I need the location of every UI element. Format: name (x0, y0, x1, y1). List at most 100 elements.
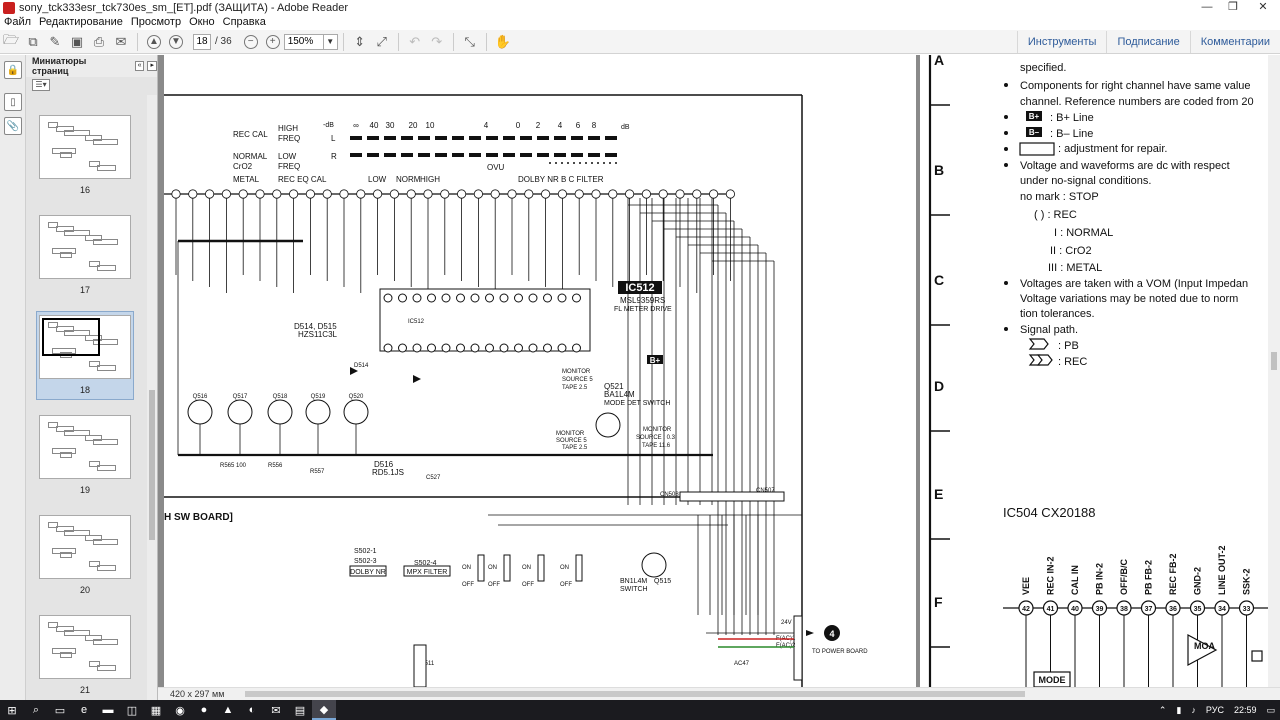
clock[interactable]: 22:59 (1229, 705, 1262, 715)
title-bar: sony_tck333esr_tck730es_sm_[ET].pdf (ЗАЩ… (0, 0, 1280, 16)
zoom-input[interactable]: 150% (283, 33, 324, 50)
folder-icon[interactable]: ▤ (288, 700, 312, 720)
fullscreen-icon[interactable]: ⤡ (459, 32, 481, 52)
thumbnail-page[interactable]: 18 (36, 311, 134, 400)
tools-link[interactable]: Инструменты (1016, 31, 1107, 53)
hand-tool-icon[interactable]: ✋ (492, 32, 514, 52)
fit-width-icon[interactable]: ⤢ (371, 32, 393, 52)
menu-view[interactable]: Просмотр (127, 16, 185, 30)
label-switch: SWITCH (620, 586, 648, 593)
next-page-button[interactable]: ▼ (165, 32, 187, 52)
zoom-dropdown-icon[interactable]: ▼ (323, 33, 338, 50)
fit-page-icon[interactable]: ⇕ (349, 32, 371, 52)
label-hzs: HZS11C3L (298, 330, 338, 339)
tray-chevron-icon[interactable]: ⌃ (1154, 705, 1172, 716)
thumbnail-options-button[interactable]: ☰▾ (32, 79, 50, 91)
store-icon[interactable]: ◫ (120, 700, 144, 720)
thumbnail-page[interactable]: 19 (36, 415, 134, 495)
zoom-out-button[interactable]: − (240, 32, 262, 52)
connector-pin (456, 189, 467, 199)
menu-edit[interactable]: Редактирование (35, 16, 127, 30)
note-signal-path: Signal path. (1020, 324, 1078, 336)
thumbnail-page[interactable]: 17 (36, 215, 134, 295)
task-view-icon[interactable]: ▭ (48, 700, 72, 720)
notifications-icon[interactable]: ▭ (1261, 705, 1280, 716)
label-high-switch: HIGH (420, 175, 440, 184)
label-l: L (331, 134, 336, 143)
label-circle-4: 4 (829, 629, 834, 639)
note-variations: Voltage variations may be noted due to n… (1020, 293, 1238, 305)
menu-help[interactable]: Справка (219, 16, 270, 30)
app-icon[interactable]: ● (192, 700, 216, 720)
note-bminus-line: : B– Line (1050, 128, 1093, 140)
edge-icon[interactable]: e (72, 700, 96, 720)
search-icon[interactable]: ⌕ (24, 700, 48, 720)
thumbnails-header: Миниатюры страниц « ▸ (26, 55, 158, 77)
minus-icon: − (243, 34, 258, 49)
open-file-icon[interactable]: 🗁 (0, 32, 22, 52)
note-rec: ( ) : REC (1034, 209, 1077, 221)
meter-segment-l (588, 136, 600, 140)
print-icon[interactable]: ⎙ (88, 32, 110, 52)
page-thumbnails-icon[interactable]: ▯ (4, 93, 22, 111)
vlc-icon[interactable]: ▲ (216, 700, 240, 720)
horizontal-scrollbar[interactable]: 420 x 297 мм (158, 687, 1280, 700)
email-icon[interactable]: ✉ (110, 32, 132, 52)
connector-pin (406, 189, 416, 199)
mail-icon[interactable]: ✉ (264, 700, 288, 720)
meter-segment-r (503, 153, 515, 157)
network-icon[interactable]: ▮ (1171, 705, 1186, 716)
menu-window[interactable]: Окно (185, 16, 219, 30)
document-viewport[interactable]: REC CAL HIGH FREQ NORMAL CrO2 LOW FREQ METAL REC… (158, 55, 1280, 687)
meter-segment-l (554, 136, 566, 140)
adobe-reader-taskbar-icon[interactable]: ◆ (312, 700, 336, 720)
note-resistors: All resistors are in Ω and ¼W or less un… (1020, 55, 1268, 58)
restore-button[interactable]: ❐ (1218, 0, 1248, 16)
connector-pin (221, 189, 232, 199)
thumbnail-page[interactable]: 20 (36, 515, 134, 595)
collapse-panel-icon[interactable]: « (134, 61, 145, 71)
browser-icon[interactable]: ◉ (168, 700, 192, 720)
bullet (1004, 131, 1008, 135)
attachments-icon[interactable]: 📎 (4, 117, 22, 135)
meter-segment-l (605, 136, 617, 140)
bplus-line-badge-text: B+ (1029, 112, 1040, 121)
document-scroll-thumb[interactable] (1271, 352, 1277, 370)
label-fac2: F(AC)2 (776, 643, 796, 649)
torrent-icon[interactable]: ◐ (240, 700, 264, 720)
thumbnails-scroll-thumb[interactable] (149, 390, 155, 540)
meter-segment-r (367, 153, 379, 157)
page-number-input[interactable]: 18 (193, 33, 211, 50)
transistor-symbol (227, 399, 253, 425)
ic504-pin-number: 42 (1022, 606, 1030, 613)
row-letter-b: B (934, 162, 944, 178)
close-button[interactable]: ✕ (1248, 0, 1278, 16)
horizontal-scroll-thumb[interactable] (245, 691, 1025, 697)
ic504-pin-label: PB IN-2 (1095, 563, 1105, 595)
label-on: ON (560, 565, 569, 571)
thumbnail-page[interactable]: 21 (36, 615, 134, 695)
connector-pin (423, 189, 433, 199)
menu-file[interactable]: Файл (0, 16, 35, 30)
create-pdf-icon[interactable]: ⧉ (22, 32, 44, 52)
label-normal: NORMAL (233, 152, 268, 161)
panel-options-icon[interactable]: ▸ (147, 61, 158, 71)
save-icon[interactable]: ▣ (66, 32, 88, 52)
calculator-icon[interactable]: ▦ (144, 700, 168, 720)
document-scrollbar[interactable] (1268, 55, 1280, 687)
start-icon[interactable]: ⊞ (0, 700, 24, 720)
label-on: ON (522, 565, 531, 571)
edit-pdf-icon[interactable]: ✎ (44, 32, 66, 52)
zoom-in-button[interactable]: + (262, 32, 284, 52)
comments-link[interactable]: Комментарии (1189, 31, 1280, 53)
sign-link[interactable]: Подписание (1106, 31, 1189, 53)
language-indicator[interactable]: РУС (1201, 705, 1229, 715)
thumbnails-scrollbar[interactable] (147, 95, 157, 700)
toolbar-separator (397, 32, 399, 51)
explorer-icon[interactable]: ▬ (96, 700, 120, 720)
thumbnail-page[interactable]: 16 (36, 115, 134, 195)
note-rec-path: : REC (1058, 356, 1087, 368)
label-off: OFF (522, 582, 534, 588)
volume-icon[interactable]: ♪ (1186, 705, 1201, 715)
previous-page-button[interactable]: ▲ (143, 32, 165, 52)
